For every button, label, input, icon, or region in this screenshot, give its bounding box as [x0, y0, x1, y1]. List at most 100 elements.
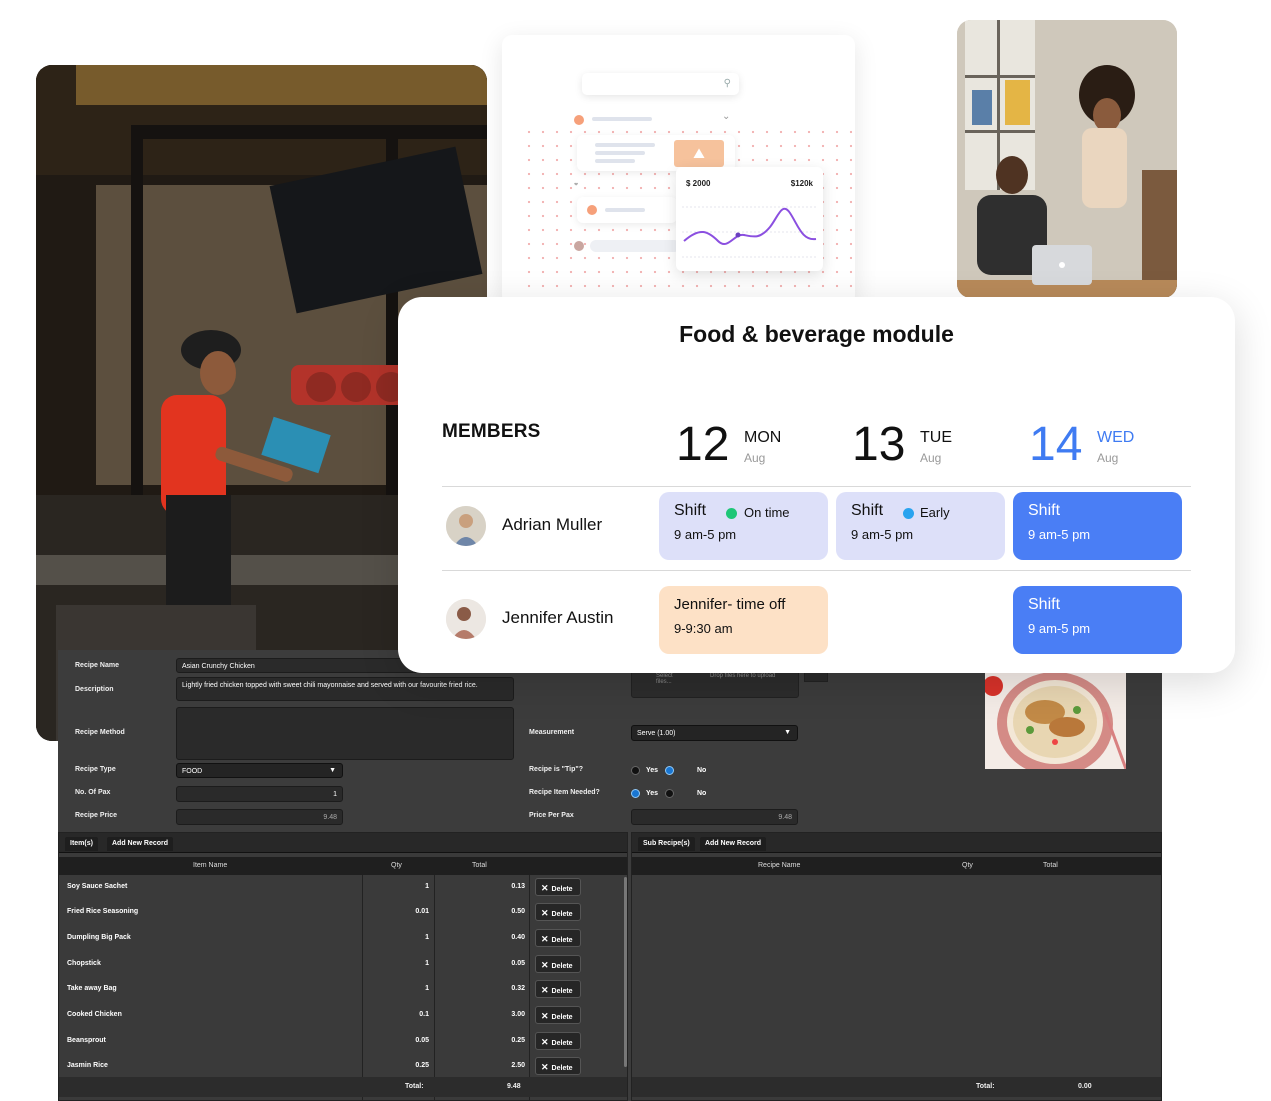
shift-card[interactable]: Shift 9 am-5 pm [1013, 492, 1182, 560]
delete-button[interactable]: ✕ Delete [535, 929, 581, 947]
mock-search-bar: ⚲ [582, 73, 739, 95]
table-row[interactable]: Beansprout 0.05 0.25 ✕ Delete [59, 1029, 625, 1054]
tip-yes-label: Yes [646, 767, 659, 774]
recipe-method-input[interactable] [176, 707, 514, 760]
recipe-type-value: FOOD [182, 768, 203, 775]
tip-label: Recipe is "Tip"? [529, 766, 583, 773]
mock-likes: ❤ [574, 182, 579, 188]
cafe-meeting-photo [957, 20, 1177, 298]
item-needed-no-label: No [697, 790, 707, 797]
description-input[interactable]: Lightly fried chicken topped with sweet … [176, 677, 514, 701]
shift-hours: 9 am-5 pm [1028, 621, 1091, 636]
table-row[interactable]: Chopstick 1 0.05 ✕ Delete [59, 952, 625, 977]
item-total-cell: 0.05 [511, 960, 525, 967]
shift-card[interactable]: Shift On time 9 am-5 pm [659, 492, 828, 560]
measurement-value: Serve (1.00) [637, 730, 676, 737]
table-row[interactable]: Jasmin Rice 0.25 2.50 ✕ Delete [59, 1054, 625, 1079]
item-needed-yes-radio[interactable] [631, 789, 640, 798]
item-needed-no-radio[interactable] [665, 789, 674, 798]
item-name-cell: Fried Rice Seasoning [67, 908, 139, 915]
close-icon: ✕ [541, 960, 549, 970]
food-beverage-schedule-card: Food & beverage module MEMBERS 12 MON Au… [398, 297, 1235, 673]
image-placeholder-icon: ⛰ [674, 140, 724, 167]
col-total[interactable]: Total [1043, 862, 1058, 869]
shift-title: Shift [851, 502, 884, 519]
price-per-pax-input[interactable]: 9.48 [631, 809, 798, 825]
chart-value-right: $120k [790, 179, 813, 188]
col-total[interactable]: Total [472, 862, 487, 869]
mock-line [592, 117, 652, 121]
chevron-down-icon: ⌄ [722, 111, 731, 122]
item-qty-cell: 0.25 [415, 1062, 429, 1069]
avatar[interactable] [446, 506, 486, 546]
recipe-photo [985, 672, 1126, 769]
column-divider [529, 875, 530, 1101]
table-row[interactable]: Dumpling Big Pack 1 0.40 ✕ Delete [59, 926, 625, 951]
item-total-cell: 2.50 [511, 1062, 525, 1069]
delete-button[interactable]: ✕ Delete [535, 903, 581, 921]
item-qty-cell: 1 [425, 934, 429, 941]
recipe-name-label: Recipe Name [75, 662, 119, 669]
tip-no-radio[interactable] [665, 766, 674, 775]
delete-button[interactable]: ✕ Delete [535, 955, 581, 973]
item-total-cell: 0.50 [511, 908, 525, 915]
recipe-editor-panel: Recipe Name Asian Crunchy Chicken Descri… [58, 650, 1162, 1101]
tab-sub-recipes[interactable]: Sub Recipe(s) [638, 837, 695, 851]
close-icon: ✕ [541, 908, 549, 918]
recipe-method-label: Recipe Method [75, 729, 125, 736]
day-month: Aug [1097, 451, 1119, 465]
recipe-type-select[interactable]: FOOD ▼ [176, 763, 343, 778]
mock-input [590, 240, 680, 252]
pax-input[interactable]: 1 [176, 786, 343, 802]
tab-items[interactable]: Item(s) [65, 837, 98, 851]
measurement-select[interactable]: Serve (1.00) ▼ [631, 725, 798, 741]
drop-files-hint: Drop files here to upload [710, 673, 776, 679]
delete-button[interactable]: ✕ Delete [535, 1032, 581, 1050]
table-row[interactable]: Cooked Chicken 0.1 3.00 ✕ Delete [59, 1003, 625, 1028]
shift-card[interactable]: Shift 9 am-5 pm [1013, 586, 1182, 654]
dropdown-caret-icon: ▼ [784, 729, 791, 736]
item-total-cell: 0.32 [511, 985, 525, 992]
mock-comment-card [577, 197, 677, 223]
avatar[interactable] [446, 599, 486, 639]
item-qty-cell: 1 [425, 960, 429, 967]
col-qty[interactable]: Qty [962, 862, 973, 869]
col-item-name[interactable]: Item Name [193, 862, 227, 869]
delete-button[interactable]: ✕ Delete [535, 878, 581, 896]
day-month: Aug [744, 451, 766, 465]
day-of-week: TUE [920, 429, 952, 446]
shift-hours: 9 am-5 pm [674, 527, 737, 542]
member-name[interactable]: Adrian Muller [502, 515, 602, 535]
shift-card[interactable]: Shift Early 9 am-5 pm [836, 492, 1005, 560]
item-qty-cell: 1 [425, 985, 429, 992]
member-name[interactable]: Jennifer Austin [502, 608, 614, 628]
delete-button[interactable]: ✕ Delete [535, 1006, 581, 1024]
mock-avatar [574, 241, 584, 251]
table-row[interactable]: Soy Sauce Sachet 1 0.13 ✕ Delete [59, 875, 625, 900]
add-item-record-button[interactable]: Add New Record [107, 837, 174, 851]
shift-hours: 9 am-5 pm [1028, 527, 1091, 542]
recipe-price-input[interactable]: 9.48 [176, 809, 343, 825]
table-row[interactable]: Fried Rice Seasoning 0.01 0.50 ✕ Delete [59, 900, 625, 925]
time-off-title: Jennifer- time off [674, 596, 786, 613]
delete-button[interactable]: ✕ Delete [535, 1057, 581, 1075]
tip-yes-radio[interactable] [631, 766, 640, 775]
measurement-label: Measurement [529, 729, 575, 736]
col-recipe-name[interactable]: Recipe Name [758, 862, 800, 869]
delete-button[interactable]: ✕ Delete [535, 980, 581, 998]
cafe-scene [957, 20, 1177, 298]
close-icon: ✕ [541, 985, 549, 995]
sub-recipes-header: Recipe Name Qty Total [632, 857, 1161, 875]
item-qty-cell: 0.05 [415, 1037, 429, 1044]
table-row[interactable]: Take away Bag 1 0.32 ✕ Delete [59, 977, 625, 1002]
col-qty[interactable]: Qty [391, 862, 402, 869]
items-scrollbar[interactable] [624, 877, 627, 1067]
close-icon: ✕ [541, 934, 549, 944]
time-off-card[interactable]: Jennifer- time off 9-9:30 am [659, 586, 828, 654]
select-files-button[interactable]: Select files... [656, 673, 686, 685]
description-label: Description [75, 686, 114, 693]
items-total-value: 9.48 [507, 1083, 521, 1090]
status-dot-icon [903, 508, 914, 519]
add-sub-recipe-button[interactable]: Add New Record [700, 837, 767, 851]
column-divider [434, 875, 435, 1101]
